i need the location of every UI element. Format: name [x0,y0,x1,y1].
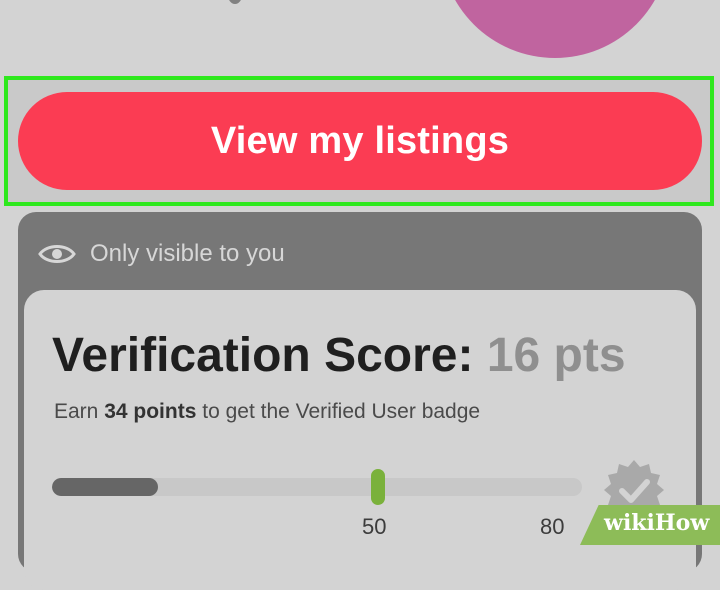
visibility-row: Only visible to you [38,236,285,272]
visibility-label: Only visible to you [90,240,285,267]
score-progress-fill [52,478,158,496]
score-title-label: Verification Score: [52,329,474,382]
view-listings-button[interactable]: View my listings [18,92,702,190]
score-value: 16 pts [486,329,626,382]
score-progress-track [52,478,582,496]
wikihow-watermark: wikiHow [604,510,710,536]
view-listings-label: View my listings [210,119,510,162]
score-title: Verification Score: 16 pts [52,328,626,383]
profile-avatar[interactable] [440,0,670,58]
earn-prefix: Earn [54,400,99,423]
earn-points-text: Earn 34 points to get the Verified User … [54,400,480,424]
tick-label-50: 50 [362,514,387,539]
cropped-text-fragment [228,0,242,4]
milestone-marker [371,469,385,505]
earn-suffix: to get the Verified User badge [202,400,481,423]
eye-icon [38,245,76,263]
tick-label-80: 80 [540,514,565,539]
earn-points: 34 points [104,400,197,423]
